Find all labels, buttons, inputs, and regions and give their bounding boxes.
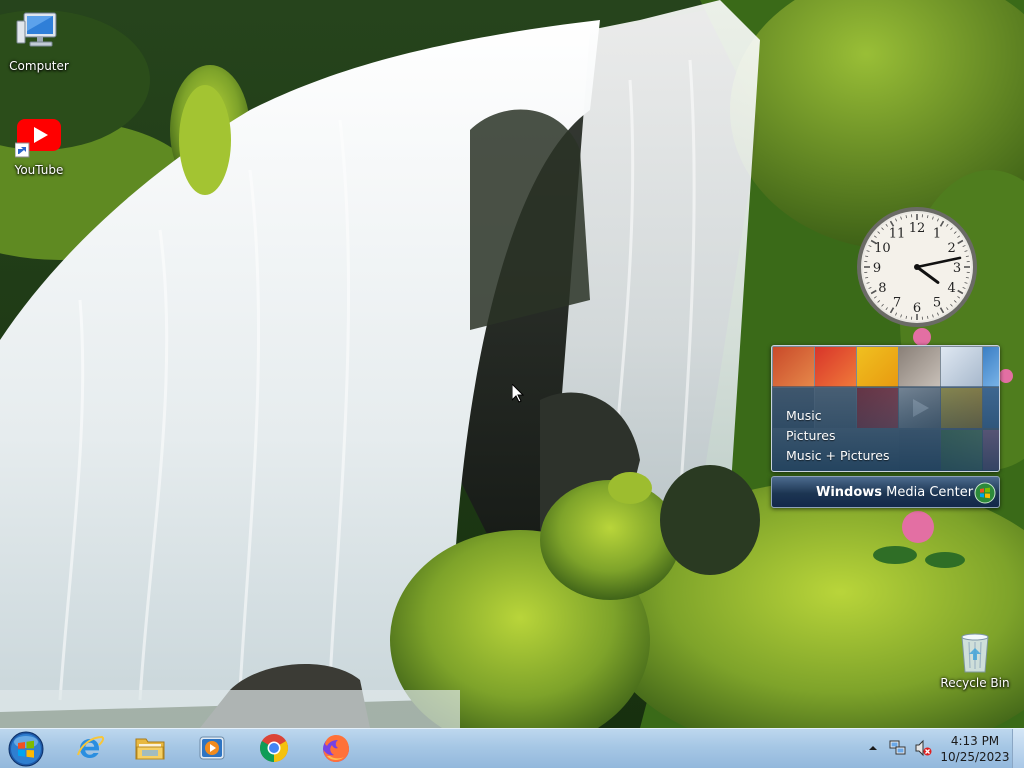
media-tile[interactable] xyxy=(983,347,999,387)
media-tile[interactable] xyxy=(941,347,982,387)
mouse-cursor-icon xyxy=(511,382,525,403)
taskbar-clock[interactable]: 4:13 PM 10/25/2023 xyxy=(940,733,1010,765)
show-hidden-icons-arrow[interactable] xyxy=(867,741,879,755)
media-tiles[interactable]: Music Pictures Music + Pictures xyxy=(771,345,1000,472)
clock-numeral: 12 xyxy=(909,221,926,236)
media-tile[interactable] xyxy=(899,347,940,387)
firefox-icon xyxy=(320,732,352,767)
computer-icon xyxy=(15,9,63,57)
media-tile[interactable] xyxy=(815,347,856,387)
recycle-bin-icon xyxy=(955,630,995,674)
media-center-gadget[interactable]: Music Pictures Music + Pictures Windows … xyxy=(771,345,1000,508)
media-center-title-bold: Windows xyxy=(816,485,883,500)
network-icon[interactable] xyxy=(889,739,907,757)
clock-numeral: 1 xyxy=(933,226,941,241)
clock-numeral: 3 xyxy=(953,261,961,276)
clock-numeral: 11 xyxy=(889,226,906,241)
taskbar-media-player[interactable] xyxy=(184,730,240,768)
clock-numeral: 7 xyxy=(893,296,901,311)
clock-numeral: 9 xyxy=(873,261,881,276)
menu-item-music-pictures[interactable]: Music + Pictures xyxy=(786,446,890,466)
folder-icon xyxy=(134,733,166,766)
taskbar-firefox[interactable] xyxy=(308,730,364,768)
ie-icon xyxy=(75,733,105,766)
media-menu: Music Pictures Music + Pictures xyxy=(786,406,890,466)
windows-logo-icon xyxy=(974,482,996,504)
media-tile[interactable] xyxy=(857,347,898,387)
clock-numeral: 5 xyxy=(933,296,941,311)
media-player-icon xyxy=(197,733,227,766)
desktop-icon-youtube[interactable]: YouTube xyxy=(1,113,77,177)
clock-numeral: 10 xyxy=(874,241,891,256)
clock-numeral: 6 xyxy=(913,301,921,316)
menu-item-music[interactable]: Music xyxy=(786,406,890,426)
desktop-icon-recycle-bin[interactable]: Recycle Bin xyxy=(937,630,1013,690)
clock-face: 12 12 3 45678 9 1011 xyxy=(857,207,977,327)
media-center-title-rest: Media Center xyxy=(882,485,974,500)
taskbar: 4:13 PM 10/25/2023 xyxy=(0,728,1024,768)
start-orb-icon[interactable] xyxy=(6,730,46,768)
show-desktop-button[interactable] xyxy=(1012,729,1024,768)
desktop-icon-label: Computer xyxy=(9,59,69,73)
clock-numeral: 2 xyxy=(948,241,956,256)
clock-numeral: 4 xyxy=(948,281,956,296)
taskbar-chrome[interactable] xyxy=(246,730,302,768)
media-center-title-bar[interactable]: Windows Media Center xyxy=(771,476,1000,508)
menu-item-pictures[interactable]: Pictures xyxy=(786,426,890,446)
desktop-icon-computer[interactable]: Computer xyxy=(1,9,77,73)
clock-gadget[interactable]: 12 1 2 3 4 5 6 7 8 9 10 11 xyxy=(855,205,979,329)
media-tile[interactable] xyxy=(773,347,814,387)
youtube-icon xyxy=(14,113,63,161)
taskbar-internet-explorer[interactable] xyxy=(62,730,118,768)
clock-numeral: 8 xyxy=(878,281,886,296)
chrome-icon xyxy=(258,732,290,767)
desktop-icon-label: YouTube xyxy=(14,163,64,177)
taskbar-file-explorer[interactable] xyxy=(122,730,178,768)
volume-muted-icon[interactable] xyxy=(914,739,932,757)
taskbar-time: 4:13 PM xyxy=(950,734,1000,748)
taskbar-date: 10/25/2023 xyxy=(940,750,1010,764)
desktop-icon-label: Recycle Bin xyxy=(940,676,1010,690)
